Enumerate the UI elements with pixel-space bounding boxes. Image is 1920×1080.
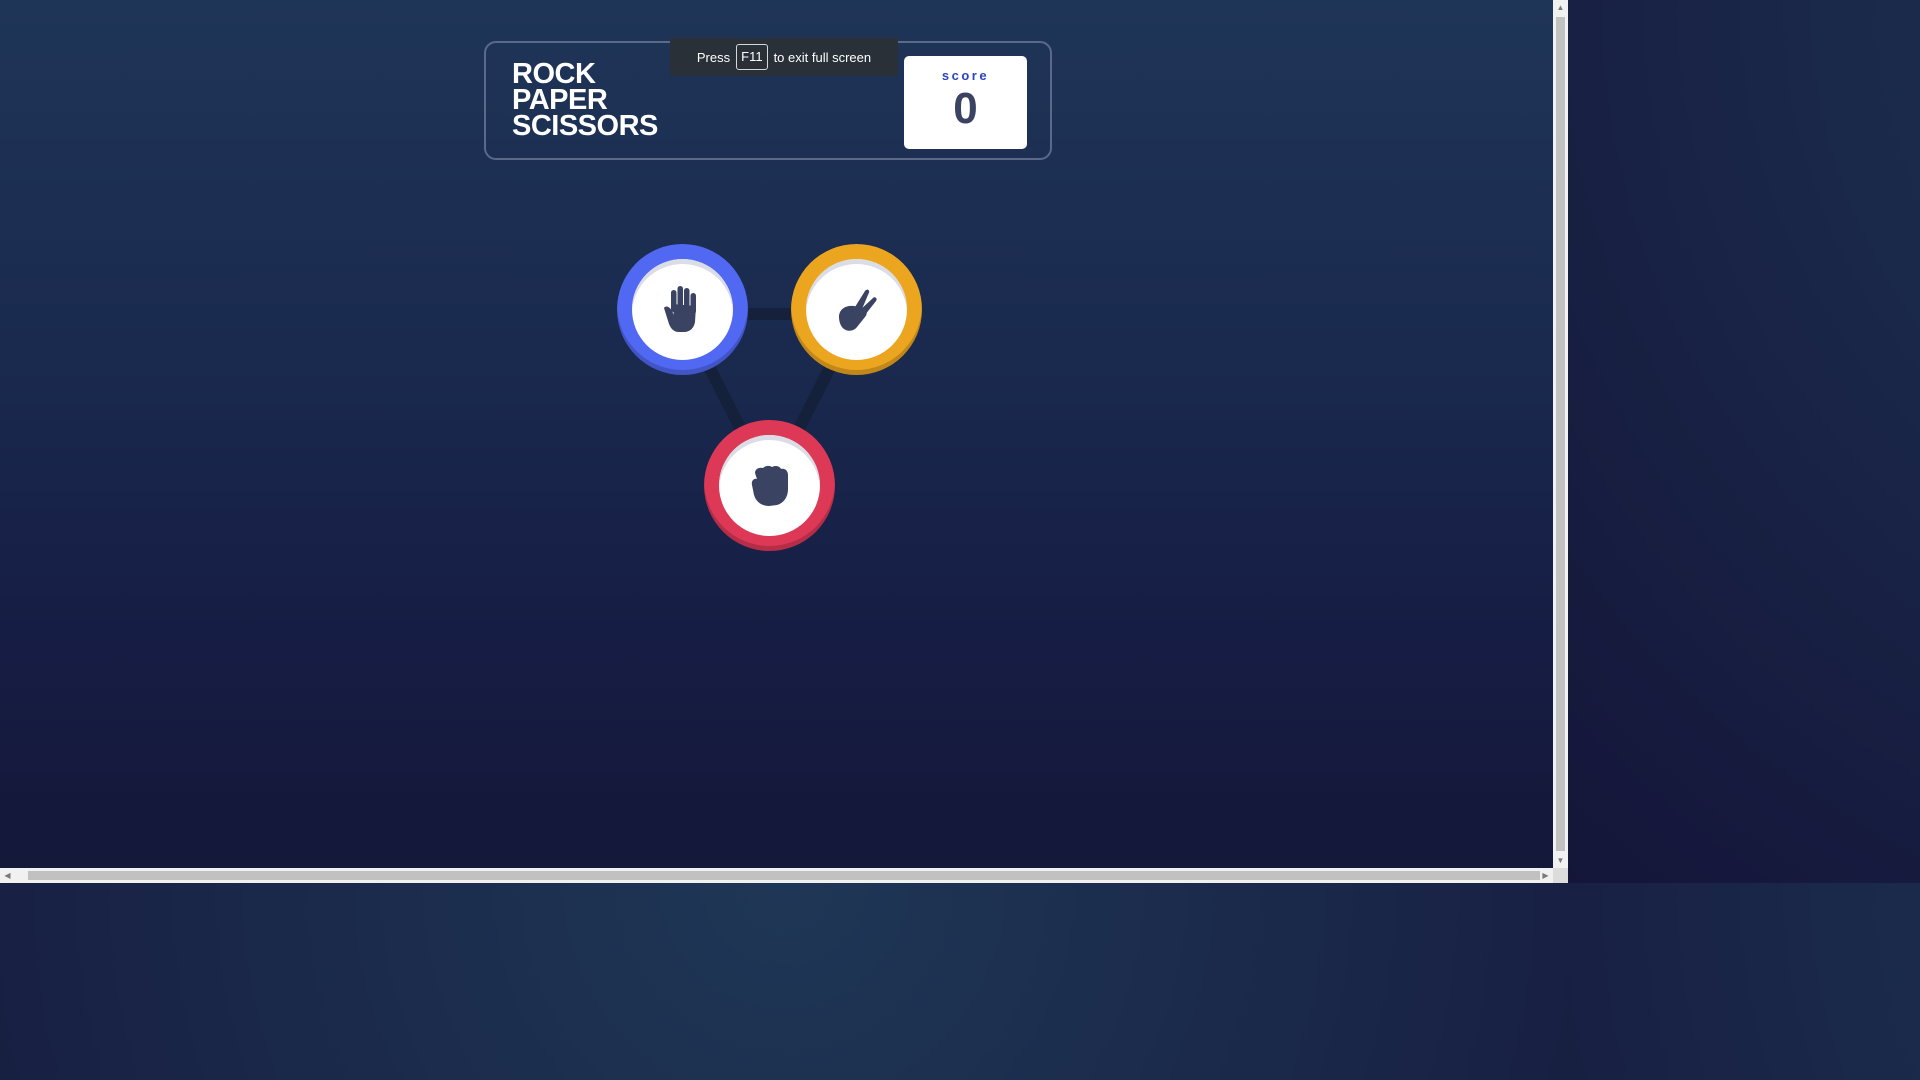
game-board	[617, 244, 923, 552]
toast-press-text: Press	[696, 49, 731, 65]
game-viewport: ROCK PAPER SCISSORS score 0 Press F11 to…	[0, 0, 1553, 868]
scroll-right-icon[interactable]: ▶	[1538, 868, 1553, 883]
rock-fist-icon	[751, 465, 788, 506]
horizontal-scrollbar[interactable]: ◀ ▶	[0, 868, 1553, 883]
title-line-scissors: SCISSORS	[512, 110, 658, 142]
scroll-up-icon[interactable]: ▲	[1553, 0, 1568, 15]
score-label: score	[941, 68, 990, 83]
scissors-hand-icon	[838, 289, 877, 331]
paper-token-face	[632, 259, 733, 360]
scroll-left-icon[interactable]: ◀	[0, 868, 15, 883]
score-box: score 0	[904, 56, 1027, 149]
score-value: 0	[953, 84, 978, 133]
scissors-button[interactable]	[791, 244, 922, 375]
scroll-down-icon[interactable]: ▼	[1553, 853, 1568, 868]
scissors-token-face	[806, 259, 907, 360]
vertical-scroll-thumb[interactable]	[1556, 17, 1565, 851]
vertical-scrollbar[interactable]: ▲ ▼	[1553, 0, 1568, 868]
rock-token-face	[719, 435, 820, 536]
toast-suffix-text: to exit full screen	[773, 49, 872, 65]
paper-button[interactable]	[617, 244, 748, 375]
f11-key-badge: F11	[736, 44, 768, 70]
scrollbar-corner	[1553, 868, 1568, 883]
fullscreen-toast: Press F11 to exit full screen	[670, 38, 898, 76]
paper-hand-icon	[663, 285, 696, 332]
game-title: ROCK PAPER SCISSORS	[512, 60, 658, 142]
horizontal-scroll-thumb[interactable]	[28, 871, 1540, 880]
rock-button[interactable]	[704, 420, 835, 551]
